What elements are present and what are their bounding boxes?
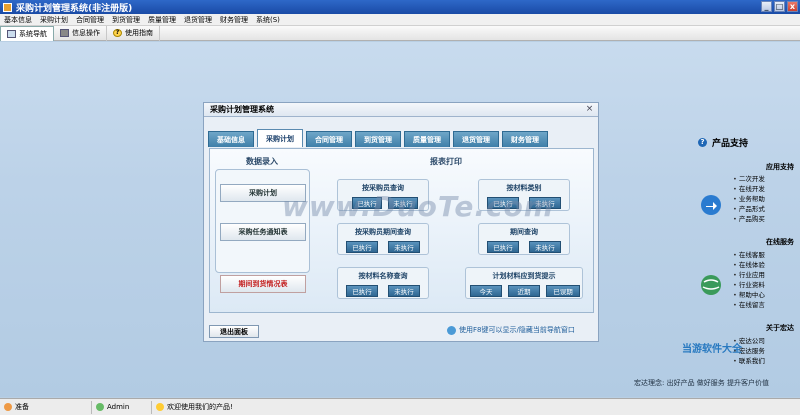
welcome-icon xyxy=(156,403,164,411)
menu-arrival[interactable]: 到货管理 xyxy=(108,15,144,25)
site-logo: 当游软件大全 xyxy=(682,344,742,355)
menu-contract[interactable]: 合同管理 xyxy=(72,15,108,25)
tab-purchase-plan[interactable]: 采购计划 xyxy=(257,129,303,147)
recent-button[interactable]: 近期 xyxy=(508,285,540,297)
menu-quality[interactable]: 质量管理 xyxy=(144,15,180,25)
dialog-title: 采购计划管理系统 xyxy=(204,103,598,117)
tab-finance[interactable]: 财务管理 xyxy=(502,131,548,147)
dialog-title-text: 采购计划管理系统 xyxy=(210,105,274,114)
query-group-period: 期间查询 已执行 未执行 xyxy=(478,223,570,255)
tool-guide-label: 使用指南 xyxy=(125,29,153,37)
support-link[interactable]: 行业资料 xyxy=(733,280,765,290)
period-arrival-report-button[interactable]: 期间到货情况表 xyxy=(220,275,306,293)
status-user-text: Admin xyxy=(107,403,130,411)
purchase-task-notice-button[interactable]: 采购任务通知表 xyxy=(220,223,306,241)
query-group-label: 期间查询 xyxy=(510,228,538,236)
support-link[interactable]: 帮助中心 xyxy=(733,290,765,300)
globe-icon xyxy=(701,275,721,295)
menu-return[interactable]: 退货管理 xyxy=(180,15,216,25)
maximize-button[interactable]: □ xyxy=(774,1,785,12)
app-icon xyxy=(3,2,12,12)
close-button[interactable]: x xyxy=(787,1,798,12)
toolbar: 系统导航 信息操作 ? 使用指南 xyxy=(0,25,800,41)
query-group-buyer-period: 按采购员期间查询 已执行 未执行 xyxy=(337,223,429,255)
watermark: www.DuoTe.com xyxy=(282,190,554,223)
dialog-close-icon[interactable]: × xyxy=(584,104,595,115)
tool-system-nav[interactable]: 系统导航 xyxy=(0,25,54,41)
info-icon xyxy=(447,325,456,335)
help-icon: ? xyxy=(698,138,707,147)
support-group-title: 在线服务 xyxy=(766,238,794,246)
support-title: ? 产品支持 xyxy=(698,136,748,149)
executed-button[interactable]: 已执行 xyxy=(346,241,378,253)
section-report-print: 报表打印 xyxy=(430,157,462,166)
status-user: Admin xyxy=(92,400,152,414)
overdue-button[interactable]: 已误期 xyxy=(546,285,580,297)
section-data-entry: 数据录入 xyxy=(246,157,278,166)
support-link[interactable]: 在线开发 xyxy=(733,184,765,194)
minimize-button[interactable]: _ xyxy=(761,1,772,12)
support-title-text: 产品支持 xyxy=(712,139,749,149)
f8-tip-text: 使用F8键可以显示/隐藏当前导航窗口 xyxy=(459,326,575,334)
query-group-label: 计划材料应到货提示 xyxy=(492,272,556,280)
tool-system-nav-label: 系统导航 xyxy=(19,29,47,38)
support-link[interactable]: 业务帮助 xyxy=(733,194,765,204)
query-group-arrival-reminder: 计划材料应到货提示 今天 近期 已误期 xyxy=(465,267,583,299)
query-group-material-name: 按材料名称查询 已执行 未执行 xyxy=(337,267,429,299)
support-list-online: 在线客服 在线体验 行业应用 行业资料 帮助中心 在线留言 xyxy=(733,250,765,310)
tab-strip: 基础信息 采购计划 合同管理 到货管理 质量管理 退货管理 财务管理 xyxy=(208,129,548,147)
tool-info-ops[interactable]: 信息操作 xyxy=(54,25,107,41)
unexecuted-button[interactable]: 未执行 xyxy=(529,241,561,253)
tab-quality[interactable]: 质量管理 xyxy=(404,131,450,147)
query-group-label: 按采购员期间查询 xyxy=(355,228,411,236)
support-group-title: 应用支持 xyxy=(766,163,794,171)
tool-guide[interactable]: ? 使用指南 xyxy=(107,25,160,41)
support-link[interactable]: 二次开发 xyxy=(733,174,765,184)
status-ready-text: 准备 xyxy=(15,403,29,411)
status-welcome-text: 欢迎使用我们的产品! xyxy=(167,403,233,411)
menu-bar: 基本信息 采购计划 合同管理 到货管理 质量管理 退货管理 财务管理 系统(S) xyxy=(0,14,800,26)
user-icon xyxy=(96,403,104,411)
support-list-app: 二次开发 在线开发 业务帮助 产品形式 产品购买 xyxy=(733,174,765,224)
f8-tip: 使用F8键可以显示/隐藏当前导航窗口 xyxy=(447,325,575,335)
arrow-icon xyxy=(701,195,721,215)
status-bar: 准备 Admin 欢迎使用我们的产品! xyxy=(0,398,800,415)
exit-panel-button[interactable]: 退出面板 xyxy=(209,325,259,338)
tab-return[interactable]: 退货管理 xyxy=(453,131,499,147)
status-welcome: 欢迎使用我们的产品! xyxy=(152,401,352,414)
support-link[interactable]: 行业应用 xyxy=(733,270,765,280)
title-bar: 采购计划管理系统(非注册版) _ □ x xyxy=(0,0,800,14)
support-link[interactable]: 联系我们 xyxy=(733,356,765,366)
tab-basic-info[interactable]: 基础信息 xyxy=(208,131,254,147)
query-group-label: 按材料名称查询 xyxy=(358,272,408,280)
menu-basic-info[interactable]: 基本信息 xyxy=(0,15,36,25)
menu-finance[interactable]: 财务管理 xyxy=(216,15,252,25)
document-icon xyxy=(60,29,69,37)
support-link[interactable]: 产品形式 xyxy=(733,204,765,214)
tool-info-ops-label: 信息操作 xyxy=(72,29,100,37)
menu-purchase-plan[interactable]: 采购计划 xyxy=(36,15,72,25)
support-link[interactable]: 在线客服 xyxy=(733,250,765,260)
executed-button[interactable]: 已执行 xyxy=(346,285,378,297)
tab-panel: 数据录入 报表打印 采购计划 采购任务通知表 期间到货情况表 按采购员查询 已执… xyxy=(209,148,594,313)
help-icon: ? xyxy=(113,29,122,37)
status-icon xyxy=(4,403,12,411)
today-button[interactable]: 今天 xyxy=(470,285,502,297)
tab-contract[interactable]: 合同管理 xyxy=(306,131,352,147)
unexecuted-button[interactable]: 未执行 xyxy=(388,285,420,297)
executed-button[interactable]: 已执行 xyxy=(487,241,519,253)
support-group-title: 关于宏达 xyxy=(766,324,794,332)
status-ready: 准备 xyxy=(0,400,92,414)
support-link[interactable]: 在线体验 xyxy=(733,260,765,270)
window-title: 采购计划管理系统(非注册版) xyxy=(16,3,133,14)
support-link[interactable]: 在线留言 xyxy=(733,300,765,310)
unexecuted-button[interactable]: 未执行 xyxy=(388,241,420,253)
menu-system[interactable]: 系统(S) xyxy=(252,15,284,25)
support-link[interactable]: 产品购买 xyxy=(733,214,765,224)
monitor-icon xyxy=(7,29,16,38)
tab-arrival[interactable]: 到货管理 xyxy=(355,131,401,147)
slogan: 宏达理念: 出好产品 做好服务 提升客户价值 xyxy=(634,379,770,387)
